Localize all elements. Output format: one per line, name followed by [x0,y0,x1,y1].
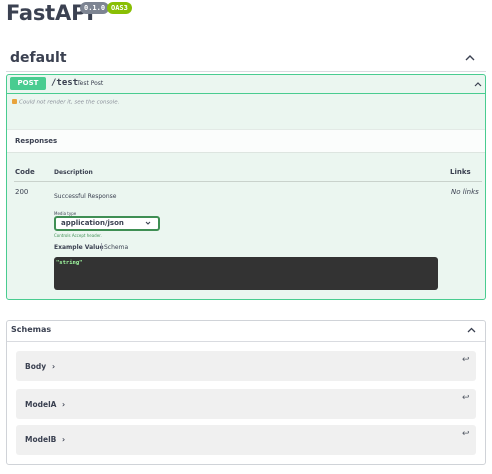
chevron-up-icon[interactable] [466,325,477,336]
schemas-title[interactable]: Schemas [11,325,51,334]
chevron-down-icon[interactable] [145,220,151,226]
model-name[interactable]: ModelA [25,400,56,409]
lock-icon [12,99,17,104]
return-arrow-icon: ↩ [462,355,470,365]
oas-badge: OAS3 [107,2,132,14]
column-code: Code [15,168,35,176]
media-type-hint: Controls Accept header. [54,233,102,238]
chevron-up-icon[interactable] [473,79,483,89]
tag-divider [6,71,486,72]
responses-header [7,129,485,153]
method-badge[interactable]: POST [10,77,46,90]
render-error-message: Could not render it, see the console. [12,99,119,106]
column-links: Links [450,168,471,176]
responses-title: Responses [15,137,58,145]
chevron-right-icon[interactable]: › [62,435,65,444]
response-description: Successful Response [54,193,117,200]
schemas-divider [7,341,485,342]
operation-path[interactable]: /test [51,78,78,88]
render-error-text: Could not render it, see the console. [19,99,120,106]
tab-example-value[interactable]: Example Value [54,244,104,251]
chevron-right-icon[interactable]: › [62,400,65,409]
return-arrow-icon: ↩ [462,429,470,439]
model-name[interactable]: ModelB [25,435,56,444]
model-row-modelb[interactable] [16,425,476,455]
operation-summary-text[interactable]: Test Post [77,80,103,87]
response-links: No links [451,188,479,196]
tab-schema[interactable]: Schema [104,244,128,251]
column-description: Description [54,169,93,176]
version-badge: 0.1.0 [80,2,110,14]
model-name[interactable]: Body [25,362,46,371]
response-code: 200 [15,188,29,196]
tab-separator [101,243,102,251]
example-value-text: "string" [56,260,83,266]
tag-title[interactable]: default [10,50,67,66]
model-row-body[interactable] [16,351,476,381]
columns-divider [14,181,482,182]
example-code-block [54,257,438,290]
chevron-right-icon[interactable]: › [52,362,55,371]
model-row-modela[interactable] [16,389,476,419]
return-arrow-icon: ↩ [462,393,470,403]
chevron-up-icon[interactable] [464,52,476,64]
